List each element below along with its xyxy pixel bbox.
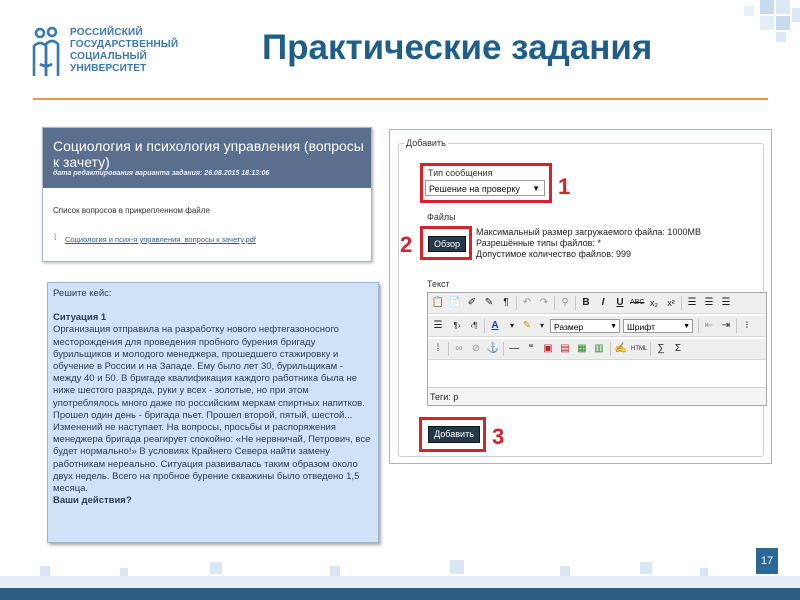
questions-note: Список вопросов в прикрепленном файле	[53, 206, 210, 215]
course-card: Социология и психология управления (вопр…	[42, 127, 372, 262]
equation-icon[interactable]: ∑	[654, 342, 668, 356]
case-box: Решите кейс: Ситуация 1 Организация отпр…	[47, 282, 379, 543]
bullet-list-icon[interactable]: ⁝	[740, 319, 754, 333]
html-source-icon[interactable]: HTML	[631, 342, 647, 356]
font-size-value: Размер	[554, 322, 584, 332]
media-icon[interactable]: ▤	[558, 342, 572, 356]
callout-number-1: 1	[558, 174, 571, 199]
university-name: РОССИЙСКИЙ ГОСУДАРСТВЕННЫЙ СОЦИАЛЬНЫЙ УН…	[70, 27, 179, 74]
text-label: Текст	[427, 279, 450, 289]
dropdown-arrow-icon: ▼	[610, 323, 617, 330]
format-painter-icon[interactable]: ✎	[482, 296, 496, 310]
align-right-icon[interactable]: ☰	[719, 296, 733, 310]
form-legend: Добавить	[404, 138, 448, 148]
case-heading: Ситуация 1	[53, 312, 107, 324]
ltr-icon[interactable]: ¶›	[450, 319, 464, 333]
page-number: 17	[756, 548, 778, 574]
link-icon[interactable]: ∞	[452, 342, 466, 356]
font-color-icon[interactable]: A	[488, 319, 502, 333]
numbered-list-icon[interactable]: ⁞	[431, 342, 445, 356]
editor-toolbar-row-2: ☰ ¶› ‹¶ A ▾ ✎ ▾ Размер ▼ Шрифт ▼ ⇤ ⇥ ⁝	[428, 316, 766, 337]
pilcrow-icon[interactable]: ¶	[499, 296, 513, 310]
file-info-types: Разрешённые типы файлов: *	[476, 238, 601, 248]
redo-icon[interactable]: ↷	[537, 296, 551, 310]
file-info-max-size: Максимальный размер загружаемого файла: …	[476, 227, 701, 237]
italic-icon[interactable]: I	[596, 296, 610, 310]
editor-tags-path: Теги: p	[428, 387, 766, 405]
editor-toolbar-row-1: 📋 📄 ✐ ✎ ¶ ↶ ↷ ⚲ B I U ABC x₂ x² ☰ ☰ ☰	[428, 293, 766, 314]
editor-text-area[interactable]	[428, 360, 766, 387]
edit-date: дата редактирования варианта задания: 26…	[53, 170, 270, 177]
font-family-select[interactable]: Шрифт ▼	[623, 319, 693, 333]
callout-box-2	[420, 226, 472, 260]
paste-icon[interactable]: 📋	[431, 296, 445, 310]
eraser-icon[interactable]: ✐	[465, 296, 479, 310]
case-paragraph-2: Прошел один день - бригада пьет. Прошел …	[53, 409, 371, 495]
case-question: Ваши действия?	[53, 495, 132, 507]
rich-text-editor: 📋 📄 ✐ ✎ ¶ ↶ ↷ ⚲ B I U ABC x₂ x² ☰ ☰ ☰ ☰ …	[427, 292, 767, 406]
subscript-icon[interactable]: x₂	[647, 296, 661, 310]
footer-bar	[0, 588, 800, 600]
dropdown-arrow-icon: ▼	[683, 323, 690, 330]
dropdown-arrow-icon[interactable]: ▾	[535, 319, 549, 333]
file-info-count: Допустимое количество файлов: 999	[476, 249, 632, 259]
font-size-select[interactable]: Размер ▼	[550, 319, 620, 333]
bold-icon[interactable]: B	[579, 296, 593, 310]
paste-word-icon[interactable]: 📄	[448, 296, 462, 310]
blockquote-icon[interactable]: “	[524, 342, 538, 356]
unlink-icon[interactable]: ⊘	[469, 342, 483, 356]
video-icon[interactable]: ▥	[592, 342, 606, 356]
callout-box-1	[420, 163, 552, 203]
superscript-icon[interactable]: x²	[664, 296, 678, 310]
callout-box-3	[419, 417, 486, 452]
underline-icon[interactable]: U	[613, 296, 627, 310]
align-left-icon[interactable]: ☰	[685, 296, 699, 310]
image-icon[interactable]: ▣	[541, 342, 555, 356]
table-icon[interactable]: ▦	[575, 342, 589, 356]
paperclip-icon: ⌇	[53, 232, 58, 242]
justify-icon[interactable]: ☰	[431, 319, 445, 333]
case-paragraph-1: Организация отправила на разработку ново…	[53, 324, 365, 409]
highlight-icon[interactable]: ✎	[520, 319, 534, 333]
title-divider	[33, 98, 768, 100]
course-card-header: Социология и психология управления (вопр…	[43, 128, 371, 188]
editor-toolbar-row-3: ⁞ ∞ ⊘ ⚓ — “ ▣ ▤ ▦ ▥ ✍ HTML ∑ Σ	[428, 339, 766, 360]
indent-icon[interactable]: ⇥	[719, 319, 733, 333]
callout-number-3: 3	[492, 424, 505, 449]
undo-icon[interactable]: ↶	[520, 296, 534, 310]
find-icon[interactable]: ⚲	[558, 296, 572, 310]
files-label: Файлы	[427, 212, 456, 222]
attached-file-link[interactable]: Социология и псих-я управления_вопросы к…	[65, 235, 256, 244]
anchor-icon[interactable]: ⚓	[486, 342, 500, 356]
dropdown-arrow-icon[interactable]: ▾	[505, 319, 519, 333]
edit-icon[interactable]: ✍	[614, 342, 628, 356]
outdent-icon[interactable]: ⇤	[702, 319, 716, 333]
align-center-icon[interactable]: ☰	[702, 296, 716, 310]
font-family-value: Шрифт	[627, 322, 655, 332]
course-title: Социология и психология управления (вопр…	[53, 138, 364, 170]
horizontal-rule-icon[interactable]: —	[507, 342, 521, 356]
rtl-icon[interactable]: ‹¶	[467, 319, 481, 333]
slide-title: Практические задания	[262, 28, 653, 67]
file-info: Максимальный размер загружаемого файла: …	[476, 227, 701, 260]
callout-number-2: 2	[400, 232, 413, 257]
strikethrough-icon[interactable]: ABC	[630, 296, 644, 310]
case-intro: Решите кейс:	[53, 288, 112, 299]
sigma-icon[interactable]: Σ	[671, 342, 685, 356]
